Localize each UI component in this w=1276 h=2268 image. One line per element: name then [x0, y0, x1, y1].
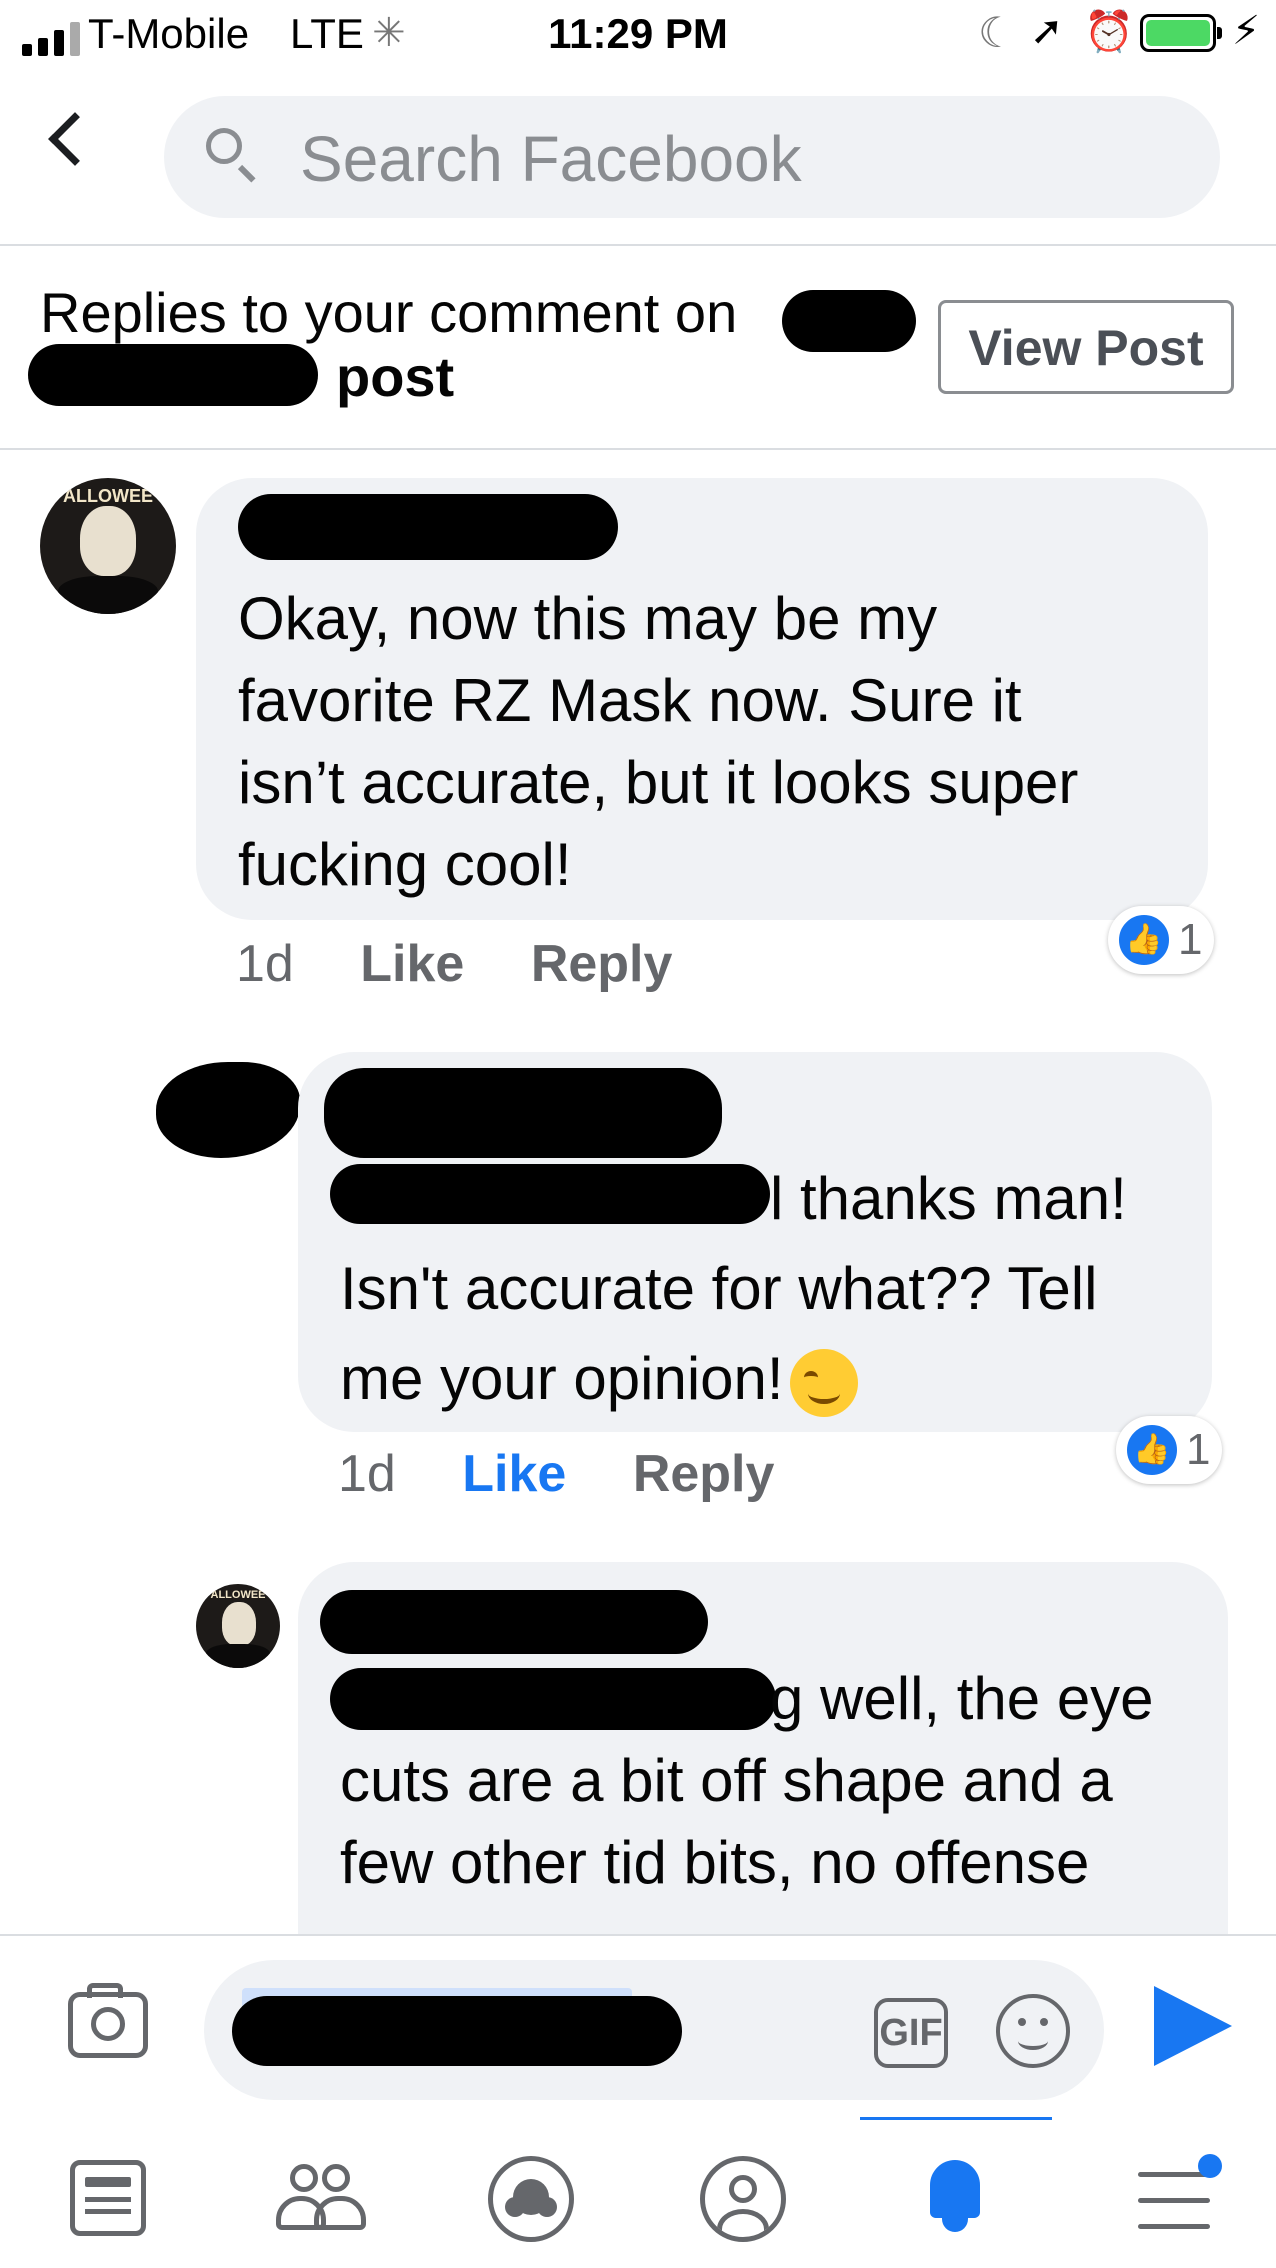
reaction-number: 1 [1178, 915, 1203, 964]
camera-icon[interactable] [68, 1983, 148, 2058]
location-icon: ➚ [1030, 9, 1064, 53]
bottom-tab-bar [0, 2120, 1276, 2268]
redacted-name [28, 344, 318, 406]
notifications-bell-icon [920, 2160, 990, 2232]
like-button[interactable]: Like [360, 935, 464, 993]
comment-text: l thanks man! Isn't accurate for what?? … [340, 1154, 1180, 1424]
alarm-icon: ⏰ [1084, 10, 1134, 54]
comment-text: Okay, now this may be my favorite RZ Mas… [238, 585, 1079, 898]
like-reaction-icon: 👍 [1116, 912, 1172, 968]
reply-button[interactable]: Reply [633, 1445, 775, 1503]
battery-icon [1140, 14, 1222, 52]
redacted-name [238, 494, 618, 560]
comment-timestamp: 1d [338, 1445, 396, 1503]
reaction-count[interactable]: 👍 1 [1116, 1416, 1223, 1484]
divider [0, 244, 1276, 246]
groups-icon [488, 2156, 574, 2242]
emoji-picker-icon[interactable] [996, 1994, 1070, 2068]
avatar-caption: ALLOWEE [63, 486, 153, 507]
tab-menu[interactable] [1060, 2120, 1272, 2268]
status-bar: T-Mobile LTE ✳ 11:29 PM ☾ ➚ ⏰ ⚡ [0, 0, 1276, 72]
context-title: Replies to your comment on [40, 281, 738, 344]
redacted-name [320, 1590, 708, 1654]
send-icon[interactable] [1154, 1986, 1232, 2066]
search-placeholder: Search Facebook [300, 123, 802, 195]
tab-notifications[interactable] [848, 2120, 1060, 2268]
reaction-number: 1 [1186, 1425, 1211, 1474]
comment-input[interactable]: GIF [204, 1960, 1104, 2100]
redacted-mention [232, 1996, 682, 2066]
divider [0, 448, 1276, 450]
comment-actions: 1d Like Reply [338, 1444, 774, 1504]
back-chevron-icon[interactable] [48, 112, 102, 166]
gif-button[interactable]: GIF [874, 1998, 948, 2068]
comment-actions: 1d Like Reply [236, 934, 672, 994]
avatar[interactable]: ALLOWEE [40, 478, 176, 614]
reply-button[interactable]: Reply [531, 935, 673, 993]
redacted-name [782, 290, 916, 352]
notification-badge [1198, 2154, 1222, 2178]
comment-text: g well, the eye cuts are a bit off shape… [340, 1665, 1154, 1896]
news-feed-icon [70, 2160, 146, 2236]
redacted-avatar [156, 1062, 300, 1158]
tab-groups[interactable] [424, 2120, 636, 2268]
tab-friends[interactable] [212, 2120, 424, 2268]
friends-icon [276, 2164, 366, 2234]
redacted-name [324, 1068, 722, 1158]
avatar-caption: ALLOWEE [210, 1589, 266, 1602]
search-input[interactable]: Search Facebook [164, 96, 1220, 218]
search-icon [206, 128, 242, 164]
like-reaction-icon: 👍 [1124, 1422, 1180, 1478]
tab-news-feed[interactable] [0, 2120, 212, 2268]
comment-timestamp: 1d [236, 935, 294, 993]
view-post-button[interactable]: View Post [938, 300, 1234, 394]
tab-profile[interactable] [636, 2120, 848, 2268]
smiling-face-emoji-icon [789, 1349, 858, 1418]
avatar[interactable]: ALLOWEE [196, 1584, 280, 1668]
comment-composer: GIF [0, 1934, 1276, 2122]
do-not-disturb-icon: ☾ [978, 9, 1016, 56]
like-button-active[interactable]: Like [462, 1445, 566, 1503]
charging-icon: ⚡ [1232, 9, 1261, 53]
menu-icon [1138, 2154, 1222, 2230]
profile-icon [700, 2156, 786, 2242]
context-post-label: post [336, 345, 455, 408]
reaction-count[interactable]: 👍 1 [1108, 906, 1215, 974]
